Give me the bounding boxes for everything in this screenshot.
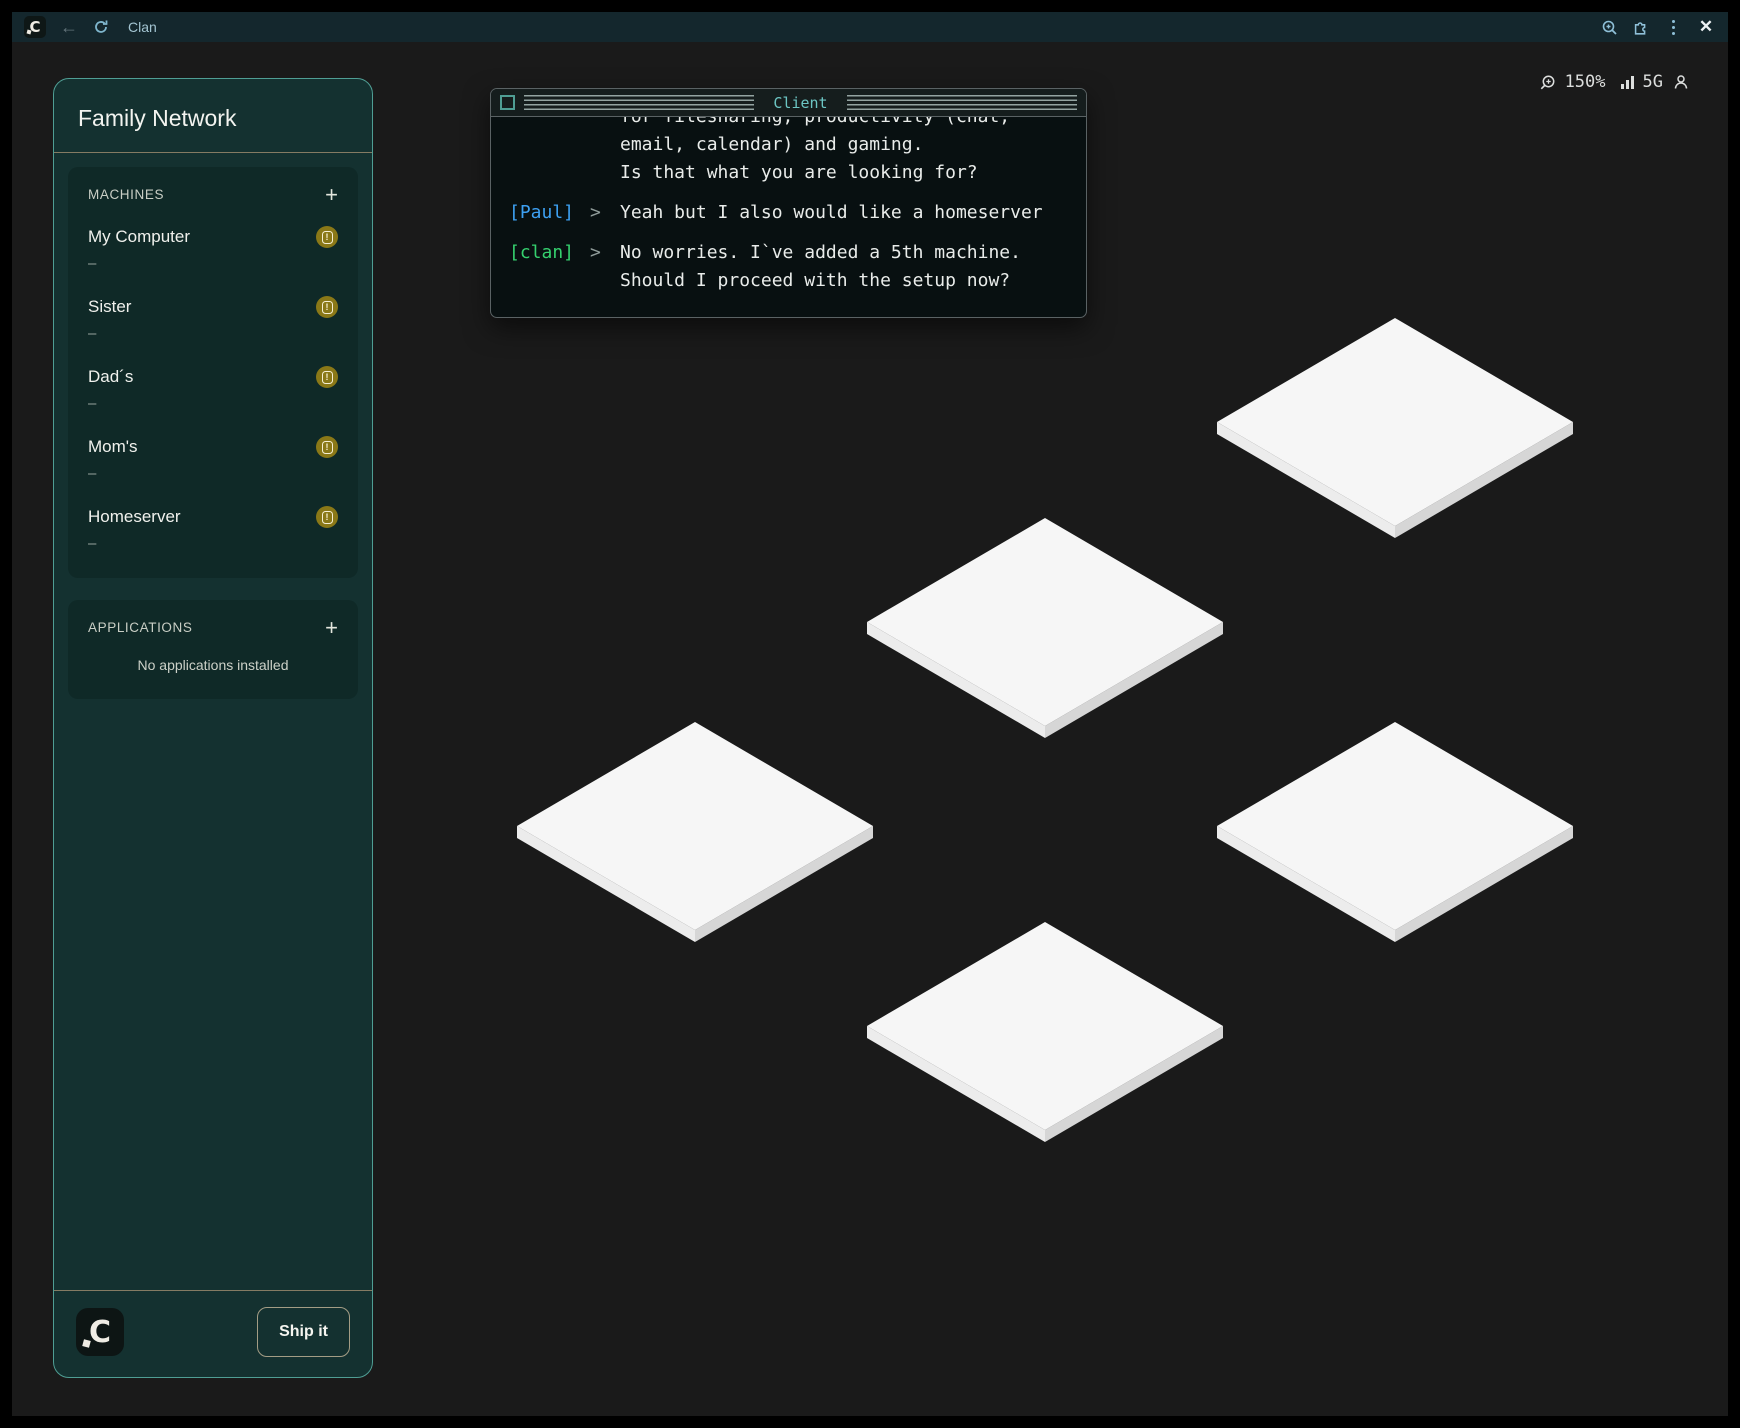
- sidebar-header: Family Network: [54, 79, 372, 152]
- machine-tile[interactable]: [867, 922, 1223, 1142]
- machine-name: Homeserver: [88, 507, 181, 527]
- message-sender: [clan]: [509, 239, 590, 295]
- browser-topbar: C ← Clan ✕: [12, 12, 1728, 42]
- ship-it-button[interactable]: Ship it: [257, 1307, 350, 1357]
- clan-logo: C: [76, 1308, 124, 1356]
- message-text: No worries. I`ve added a 5th machine.Sho…: [620, 239, 1021, 295]
- client-window-title: Client: [763, 94, 837, 112]
- message-text: for filesharing, productivity (chat,emai…: [620, 117, 1010, 187]
- machine-detail: –: [88, 395, 338, 412]
- alert-status-icon: !: [316, 366, 338, 388]
- machine-name: Mom's: [88, 437, 138, 457]
- add-application-button[interactable]: +: [325, 621, 338, 635]
- extensions-icon[interactable]: [1632, 18, 1650, 36]
- applications-header: APPLICATIONS: [88, 620, 192, 635]
- alert-status-icon: !: [316, 506, 338, 528]
- tab-title: Clan: [128, 19, 157, 35]
- machine-detail: –: [88, 465, 338, 482]
- machine-detail: –: [88, 255, 338, 272]
- close-icon[interactable]: ✕: [1696, 17, 1716, 37]
- machine-name: My Computer: [88, 227, 190, 247]
- add-machine-button[interactable]: +: [325, 188, 338, 202]
- titlebar-stripes: [524, 95, 754, 110]
- clan-favicon-icon: C: [24, 16, 46, 38]
- message-sender: [Paul]: [509, 199, 590, 227]
- zoom-icon[interactable]: [1600, 18, 1618, 36]
- client-window: Client for filesharing, productivity (ch…: [490, 88, 1087, 318]
- machine-detail: –: [88, 325, 338, 342]
- machines-header: MACHINES: [88, 187, 164, 202]
- canvas-hud: 150% 5G: [1539, 72, 1690, 92]
- message-prompt: [590, 117, 620, 187]
- titlebar-stripes: [847, 95, 1077, 110]
- applications-empty-text: No applications installed: [88, 657, 338, 673]
- app-window: C ← Clan ✕ 150% 5G Family: [0, 0, 1740, 1428]
- machine-tile[interactable]: [517, 722, 873, 942]
- network-type: 5G: [1643, 72, 1663, 92]
- chat-message: [clan]>No worries. I`ve added a 5th mach…: [509, 239, 1086, 295]
- window-close-box-icon[interactable]: [500, 95, 515, 110]
- network-canvas[interactable]: 150% 5G Family Network MACHINES + My Com…: [12, 42, 1728, 1416]
- machine-list-item[interactable]: Dad´s ! –: [88, 366, 338, 412]
- machines-list: My Computer ! – Sister ! – Dad´s ! – Mom…: [88, 226, 338, 552]
- menu-kebab-icon[interactable]: [1664, 20, 1682, 35]
- client-titlebar[interactable]: Client: [491, 89, 1086, 117]
- machine-tile[interactable]: [867, 518, 1223, 738]
- user-icon: [1672, 73, 1690, 91]
- machines-panel: MACHINES + My Computer ! – Sister ! – Da…: [68, 167, 358, 578]
- sidebar: Family Network MACHINES + My Computer ! …: [53, 78, 373, 1378]
- alert-status-icon: !: [316, 436, 338, 458]
- chat-message: [Paul]>Yeah but I also would like a home…: [509, 199, 1086, 227]
- machine-detail: –: [88, 535, 338, 552]
- alert-status-icon: !: [316, 226, 338, 248]
- message-prompt: >: [590, 239, 620, 295]
- back-icon[interactable]: ←: [60, 18, 78, 36]
- message-sender: [509, 117, 590, 187]
- message-prompt: >: [590, 199, 620, 227]
- machine-list-item[interactable]: Homeserver ! –: [88, 506, 338, 552]
- sidebar-footer: C Ship it: [54, 1290, 372, 1377]
- chat-message: for filesharing, productivity (chat,emai…: [509, 117, 1086, 187]
- refresh-icon[interactable]: [92, 18, 110, 36]
- signal-bars-icon: [1621, 75, 1634, 89]
- chat-messages: for filesharing, productivity (chat,emai…: [509, 117, 1086, 295]
- machine-list-item[interactable]: Mom's ! –: [88, 436, 338, 482]
- machine-list-item[interactable]: Sister ! –: [88, 296, 338, 342]
- client-chat-area[interactable]: for filesharing, productivity (chat,emai…: [491, 117, 1086, 317]
- machine-name: Sister: [88, 297, 131, 317]
- zoom-level-value: 150%: [1565, 72, 1606, 92]
- machine-list-item[interactable]: My Computer ! –: [88, 226, 338, 272]
- zoom-level-icon: [1539, 74, 1556, 91]
- network-title: Family Network: [78, 105, 348, 132]
- message-text: Yeah but I also would like a homeserver: [620, 199, 1043, 227]
- machine-tile[interactable]: [1217, 722, 1573, 942]
- machine-name: Dad´s: [88, 367, 133, 387]
- machine-tile[interactable]: [1217, 318, 1573, 538]
- alert-status-icon: !: [316, 296, 338, 318]
- applications-panel: APPLICATIONS + No applications installed: [68, 600, 358, 699]
